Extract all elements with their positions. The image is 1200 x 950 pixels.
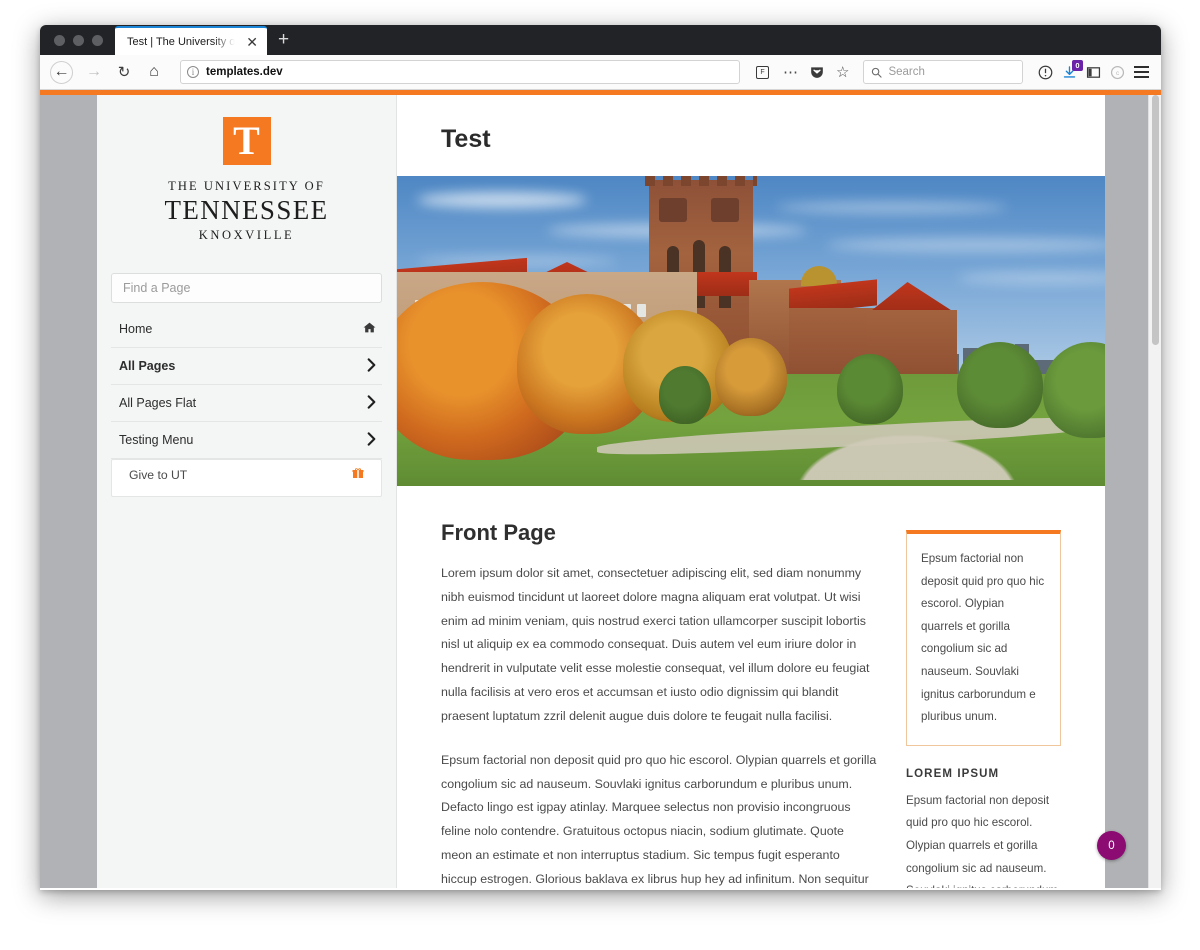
page-viewport: T THE UNIVERSITY OF TENNESSEE KNOXVILLE … <box>40 90 1161 888</box>
menu-icon[interactable] <box>1134 66 1149 78</box>
page-identity-icon[interactable] <box>1038 65 1053 80</box>
sidebar-item-label: All Pages <box>119 359 176 373</box>
reader-mode-icon[interactable]: F <box>756 65 769 79</box>
downloads-badge: 0 <box>1072 59 1083 71</box>
wordmark-line1: THE UNIVERSITY OF <box>168 179 325 193</box>
sidebar-item-testing-menu[interactable]: Testing Menu <box>111 422 382 459</box>
search-bar[interactable]: Search <box>863 60 1024 84</box>
home-icon[interactable]: ⌂ <box>140 58 168 86</box>
aside-heading: LOREM IPSUM <box>906 767 1000 780</box>
account-icon[interactable]: c <box>1110 65 1125 80</box>
ut-power-t-icon: T <box>222 117 271 165</box>
home-icon <box>363 321 376 337</box>
sidebar-toggle-icon[interactable] <box>1086 65 1101 80</box>
tab-strip: Test | The University of Tennessee ✕ + <box>40 25 1161 55</box>
chevron-right-icon <box>367 431 376 449</box>
sidebar-item-all-pages-flat[interactable]: All Pages Flat <box>111 385 382 422</box>
sidebar-item-label: All Pages Flat <box>119 396 197 410</box>
wordmark-line2: TENNESSEE <box>164 195 329 225</box>
sidebar-nav: Home All Pages All Pages Flat Testing Me… <box>97 311 396 497</box>
sidebar-item-label: Give to UT <box>129 468 188 483</box>
back-icon[interactable]: ← <box>50 60 73 84</box>
site-sidebar: T THE UNIVERSITY OF TENNESSEE KNOXVILLE … <box>97 95 397 888</box>
golden-dome <box>801 266 837 286</box>
minimize-window-button[interactable] <box>73 35 84 46</box>
sidebar-item-home[interactable]: Home <box>111 311 382 348</box>
svg-text:c: c <box>1116 70 1119 77</box>
chevron-right-icon <box>367 394 376 412</box>
reload-icon[interactable]: ↻ <box>110 58 138 86</box>
browser-tab[interactable]: Test | The University of Tennessee ✕ <box>115 26 267 55</box>
article-paragraph-1: Lorem ipsum dolor sit amet, consectetuer… <box>441 566 870 723</box>
logo-letter: T <box>233 118 260 163</box>
toolbar-right-group: 0 c <box>1038 59 1151 80</box>
pocket-icon[interactable] <box>810 65 824 79</box>
bookmark-star-icon[interactable]: ☆ <box>836 63 849 81</box>
downloads-icon[interactable]: 0 <box>1062 59 1083 80</box>
article-heading: Front Page <box>441 520 556 545</box>
sidebar-item-label: Home <box>119 322 153 336</box>
page-title: Test <box>441 125 491 153</box>
floating-counter-badge[interactable]: 0 <box>1097 831 1126 860</box>
scrollbar-thumb[interactable] <box>1152 95 1159 345</box>
address-bar[interactable]: i templates.dev/index-default-withimage.… <box>180 60 740 884</box>
green-tree <box>837 354 903 424</box>
find-a-page-input[interactable]: Find a Page <box>111 273 382 303</box>
url-host: templates.dev <box>206 66 283 78</box>
url-text: templates.dev/index-default-withimage.ht… <box>206 66 733 884</box>
browser-toolbar: ← → ↻ ⌂ i templates.dev/index-default-wi… <box>40 55 1161 884</box>
aside-body: Epsum factorial non deposit quid pro quo… <box>906 793 1058 888</box>
green-tree <box>957 342 1043 428</box>
article-body: Front Page Lorem ipsum dolor sit amet, c… <box>441 520 878 888</box>
search-icon <box>872 67 883 78</box>
site-info-icon[interactable]: i <box>187 66 199 78</box>
forward-icon[interactable]: → <box>80 58 108 86</box>
article-section: Front Page Lorem ipsum dolor sit amet, c… <box>397 486 1105 888</box>
page-scrollbar[interactable] <box>1148 95 1161 888</box>
close-window-button[interactable] <box>54 35 65 46</box>
article-paragraph-2: Epsum factorial non deposit quid pro quo… <box>441 752 877 886</box>
page-background: T THE UNIVERSITY OF TENNESSEE KNOXVILLE … <box>40 95 1148 888</box>
autumn-tree <box>715 338 787 416</box>
sidebar-item-label: Testing Menu <box>119 433 194 447</box>
ut-wordmark: THE UNIVERSITY OF TENNESSEE KNOXVILLE <box>97 179 396 243</box>
new-tab-button[interactable]: + <box>267 30 300 55</box>
find-a-page-placeholder: Find a Page <box>123 281 191 295</box>
main-content: Test Front Page Lorem ipsum dolor sit am… <box>397 95 1105 888</box>
window-controls <box>40 35 115 55</box>
maximize-window-button[interactable] <box>92 35 103 46</box>
site-logo[interactable]: T THE UNIVERSITY OF TENNESSEE KNOXVILLE <box>97 95 396 259</box>
gift-icon <box>352 464 364 487</box>
callout-box: Epsum factorial non deposit quid pro quo… <box>906 530 1061 746</box>
sidebar-item-all-pages[interactable]: All Pages <box>111 348 382 385</box>
close-icon[interactable]: ✕ <box>243 35 261 49</box>
wordmark-line3: KNOXVILLE <box>198 228 295 242</box>
sidebar-item-give-to-ut[interactable]: Give to UT <box>111 459 382 497</box>
browser-window: Test | The University of Tennessee ✕ + ←… <box>40 25 1161 890</box>
more-actions-icon[interactable]: ⋯ <box>783 63 798 81</box>
article-sidebar: Epsum factorial non deposit quid pro quo… <box>906 520 1061 888</box>
tab-title: Test | The University of Tennessee <box>127 35 238 48</box>
hero-image <box>397 176 1105 486</box>
search-placeholder: Search <box>888 66 925 78</box>
page-container: T THE UNIVERSITY OF TENNESSEE KNOXVILLE … <box>97 95 1105 888</box>
green-tree <box>659 366 711 424</box>
chevron-right-icon <box>367 357 376 375</box>
